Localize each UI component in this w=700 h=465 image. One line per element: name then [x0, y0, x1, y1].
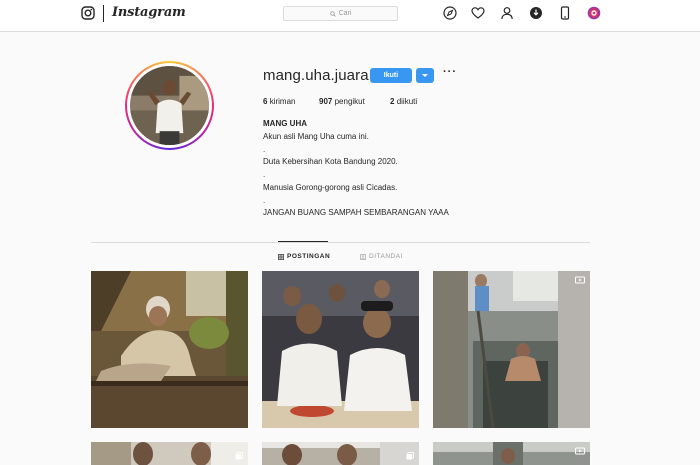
video-icon [575, 447, 585, 455]
following-count-stat[interactable]: 2 diikuti [390, 97, 417, 106]
post-thumbnail[interactable] [91, 442, 248, 465]
post-thumbnail[interactable] [262, 442, 419, 465]
bio-line: . [263, 145, 266, 154]
bio-line: . [263, 196, 266, 205]
bio-line: Duta Kebersihan Kota Bandung 2020. [263, 157, 398, 166]
following-label: diikuti [396, 97, 418, 106]
bio-line: JANGAN BUANG SAMPAH SEMBARANGAN YAAA [263, 208, 449, 217]
instagram-glyph-icon[interactable] [81, 6, 95, 20]
post-thumbnail[interactable] [433, 271, 590, 428]
bio-line: Manusia Gorong-gorong asli Cicadas. [263, 183, 398, 192]
search-placeholder: Cari [338, 10, 352, 17]
multi-icon [235, 447, 243, 460]
posts-count-stat: 6 kiriman [263, 97, 295, 106]
avatar-photo [130, 66, 209, 145]
post-thumbnail[interactable] [91, 271, 248, 428]
heart-icon[interactable] [471, 6, 485, 20]
igtv-icon[interactable] [529, 6, 543, 20]
tabs-divider [91, 242, 590, 243]
followers-count-stat[interactable]: 907 pengikut [319, 97, 365, 106]
phone-icon[interactable] [558, 6, 572, 20]
tab-posts-label: POSTINGAN [287, 253, 331, 260]
browser-extension-icon[interactable] [587, 6, 601, 20]
video-icon [575, 276, 585, 284]
tab-tagged[interactable]: DITANDAI [360, 253, 403, 260]
followers-count: 907 [319, 97, 333, 106]
post-thumbnail[interactable] [433, 442, 590, 465]
suggestions-dropdown-button[interactable] [416, 68, 434, 83]
grid-icon [278, 253, 284, 260]
follow-button[interactable]: Ikuti [370, 68, 412, 83]
more-options-button[interactable]: ··· [443, 66, 457, 78]
chevron-down-icon [422, 74, 428, 77]
post-thumbnail[interactable] [262, 271, 419, 428]
person-icon[interactable] [500, 6, 514, 20]
posts-label: kiriman [269, 97, 296, 106]
followers-label: pengikut [334, 97, 365, 106]
profile-full-name: MANG UHA [263, 119, 307, 128]
following-count: 2 [390, 97, 395, 106]
active-tab-indicator [278, 241, 328, 242]
profile-avatar[interactable] [125, 61, 214, 150]
bio-line: Akun asli Mang Uha cuma ini. [263, 132, 369, 141]
posts-count: 6 [263, 97, 268, 106]
compass-icon[interactable] [443, 6, 457, 20]
search-input[interactable]: Cari [283, 6, 398, 21]
search-icon [329, 10, 336, 17]
top-navigation-bar: Instagram Cari [0, 0, 700, 32]
profile-username: mang.uha.juara [263, 67, 369, 84]
tab-posts[interactable]: POSTINGAN [278, 253, 330, 260]
nav-divider [103, 5, 104, 22]
tag-icon [360, 253, 366, 260]
bio-line: . [263, 170, 266, 179]
multi-icon [406, 447, 414, 460]
instagram-wordmark[interactable]: Instagram [112, 5, 186, 20]
tab-tagged-label: DITANDAI [369, 253, 403, 260]
